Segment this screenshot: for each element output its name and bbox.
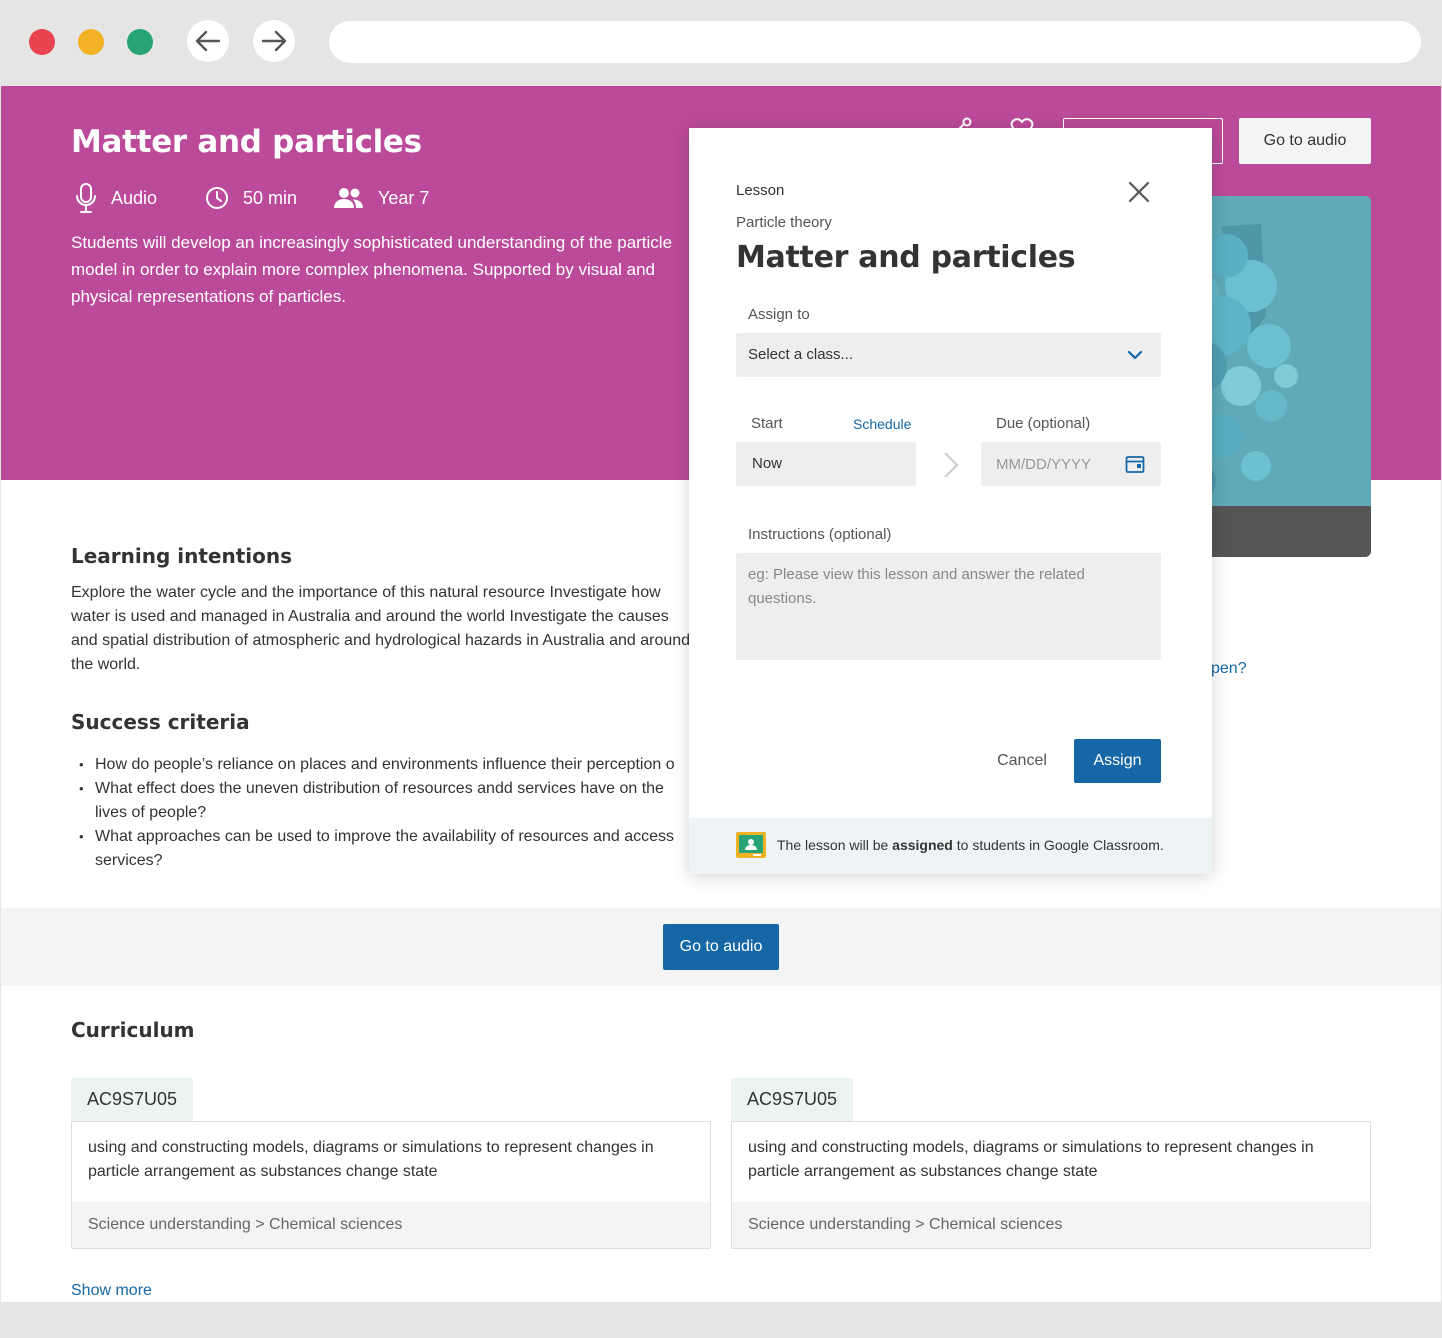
curriculum-path: Science understanding > Chemical science… — [72, 1202, 710, 1248]
microphone-icon — [76, 183, 96, 213]
meta-year-label: Year 7 — [378, 187, 430, 208]
learning-intentions-heading: Learning intentions — [71, 544, 293, 568]
curriculum-card-body: using and constructing models, diagrams … — [731, 1121, 1371, 1249]
success-criteria-heading: Success criteria — [71, 710, 250, 734]
notice-text-post: to students in Google Classroom. — [952, 837, 1164, 853]
related-link[interactable]: pen? — [1211, 660, 1247, 678]
notice-text: The lesson will be assigned to students … — [777, 837, 1164, 853]
forward-button[interactable] — [253, 20, 295, 62]
meta-audio-label: Audio — [111, 187, 158, 208]
assign-lesson-dialog: Lesson Particle theory Matter and partic… — [689, 128, 1212, 874]
close-icon — [1128, 181, 1150, 203]
meta-audio: Audio — [75, 182, 157, 214]
schedule-link[interactable]: Schedule — [853, 416, 911, 432]
success-criteria-list: How do people’s reliance on places and e… — [79, 753, 699, 873]
meta-duration: 50 min — [205, 182, 297, 214]
curriculum-text: using and constructing models, diagrams … — [748, 1139, 1314, 1180]
close-button[interactable] — [1125, 178, 1153, 206]
forward-arrow-icon — [261, 30, 287, 52]
hero-go-to-audio-button[interactable]: Go to audio — [1239, 118, 1371, 164]
due-date-input[interactable] — [981, 442, 1121, 486]
start-label: Start — [751, 415, 783, 432]
dialog-kicker: Lesson — [736, 182, 785, 199]
google-classroom-icon — [736, 832, 766, 858]
start-field[interactable]: Now — [736, 442, 916, 486]
curriculum-card: AC9S7U05 using and constructing models, … — [731, 1078, 1371, 1249]
due-date-field — [981, 442, 1161, 486]
meta-year: Year 7 — [334, 182, 429, 214]
chevron-right-icon — [944, 452, 959, 478]
curriculum-path: Science understanding > Chemical science… — [732, 1202, 1370, 1248]
class-select[interactable]: Select a class... — [736, 333, 1161, 377]
back-arrow-icon — [195, 30, 221, 52]
window-close-dot[interactable] — [29, 29, 55, 55]
curriculum-card-body: using and constructing models, diagrams … — [71, 1121, 711, 1249]
browser-toolbar — [0, 0, 1442, 86]
assign-to-label: Assign to — [748, 306, 810, 323]
clock-icon — [206, 187, 228, 209]
cancel-button[interactable]: Cancel — [989, 739, 1055, 783]
dialog-subtitle: Particle theory — [736, 214, 832, 231]
curriculum-code: AC9S7U05 — [731, 1078, 854, 1121]
google-classroom-notice: The lesson will be assigned to students … — [689, 818, 1212, 874]
list-item: What effect does the uneven distribution… — [79, 777, 691, 825]
curriculum-code: AC9S7U05 — [71, 1078, 194, 1121]
url-bar[interactable] — [329, 21, 1421, 63]
lesson-description: Students will develop an increasingly so… — [71, 233, 673, 306]
chevron-down-icon — [1127, 350, 1143, 360]
calendar-icon[interactable] — [1125, 454, 1145, 474]
meta-duration-label: 50 min — [243, 187, 298, 208]
class-select-value: Select a class... — [748, 346, 854, 363]
notice-text-bold: assigned — [892, 837, 953, 853]
assign-button[interactable]: Assign — [1074, 739, 1161, 783]
lesson-title: Matter and particles — [71, 124, 422, 160]
instructions-label: Instructions (optional) — [748, 526, 892, 543]
people-icon — [334, 188, 363, 208]
curriculum-text: using and constructing models, diagrams … — [88, 1139, 654, 1180]
go-to-audio-button[interactable]: Go to audio — [663, 924, 779, 970]
browser-bottom-edge — [0, 1302, 1442, 1338]
notice-text-pre: The lesson will be — [777, 837, 893, 853]
list-item: What approaches can be used to improve t… — [79, 825, 691, 873]
list-item: How do people’s reliance on places and e… — [79, 753, 699, 777]
learning-intentions-text: Explore the water cycle and the importan… — [71, 584, 691, 673]
window-minimize-dot[interactable] — [78, 29, 104, 55]
show-more-link[interactable]: Show more — [71, 1282, 152, 1300]
start-value: Now — [752, 455, 783, 472]
instructions-field[interactable] — [736, 553, 1161, 660]
dialog-title: Matter and particles — [736, 240, 1076, 275]
back-button[interactable] — [187, 20, 229, 62]
due-label: Due (optional) — [996, 415, 1091, 432]
cta-band: Go to audio — [1, 908, 1441, 986]
curriculum-card: AC9S7U05 using and constructing models, … — [71, 1078, 711, 1249]
window-maximize-dot[interactable] — [127, 29, 153, 55]
curriculum-heading: Curriculum — [71, 1018, 195, 1042]
